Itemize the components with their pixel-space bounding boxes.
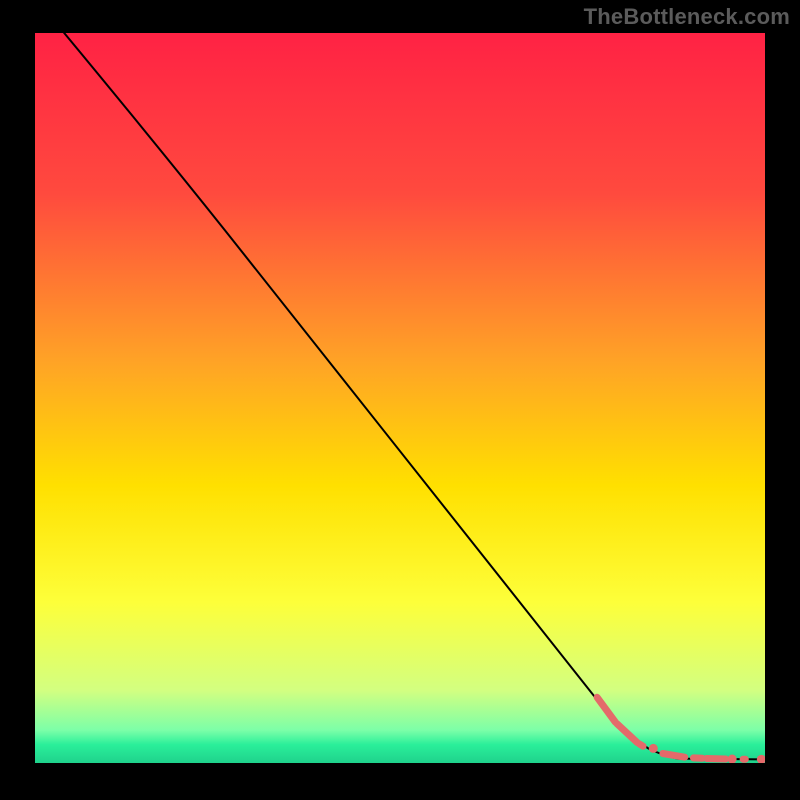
highlight-segment xyxy=(663,754,685,758)
gradient-background xyxy=(35,33,765,763)
chart-frame: TheBottleneck.com xyxy=(0,0,800,800)
highlight-dot xyxy=(649,744,658,753)
plot-area xyxy=(35,33,765,763)
highlight-segment xyxy=(639,744,643,746)
highlight-segment xyxy=(707,758,726,759)
chart-svg xyxy=(35,33,765,763)
watermark-text: TheBottleneck.com xyxy=(584,4,790,30)
